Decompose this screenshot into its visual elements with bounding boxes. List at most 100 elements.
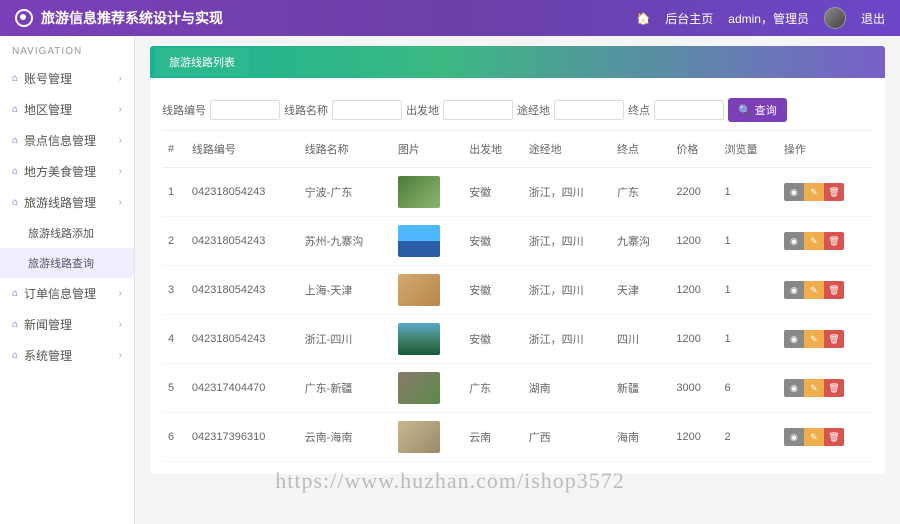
- home-link[interactable]: 后台主页: [665, 10, 713, 27]
- row-actions: ◉✎🗑: [784, 330, 867, 348]
- search-input[interactable]: [332, 100, 402, 120]
- chevron-right-icon: ›: [119, 135, 122, 146]
- table-cell: [392, 413, 463, 462]
- table-cell: 6: [162, 413, 186, 462]
- sidebar-item[interactable]: ⌂系统管理›: [0, 340, 134, 371]
- panel-header: 旅游线路列表: [150, 46, 885, 78]
- table-cell: 四川: [611, 315, 670, 364]
- chevron-right-icon: ›: [119, 350, 122, 361]
- table-cell: 新疆: [611, 364, 670, 413]
- row-actions: ◉✎🗑: [784, 428, 867, 446]
- table-cell: 5: [162, 364, 186, 413]
- search-input[interactable]: [654, 100, 724, 120]
- view-button[interactable]: ◉: [784, 330, 804, 348]
- table-row: 2042318054243苏州-九寨沟安徽浙江，四川九寨沟12001◉✎🗑: [162, 217, 873, 266]
- table-cell: 上海-天津: [299, 266, 392, 315]
- table-cell: 042317404470: [186, 364, 299, 413]
- table-cell: 浙江，四川: [523, 315, 611, 364]
- header-right: 后台主页 admin，管理员 退出: [637, 7, 885, 29]
- route-thumbnail: [398, 274, 440, 306]
- delete-button[interactable]: 🗑: [824, 232, 844, 250]
- search-input[interactable]: [554, 100, 624, 120]
- delete-button[interactable]: 🗑: [824, 183, 844, 201]
- table-header: 操作: [778, 131, 873, 168]
- table-cell: [392, 168, 463, 217]
- table-cell: [392, 315, 463, 364]
- row-actions: ◉✎🗑: [784, 232, 867, 250]
- delete-button[interactable]: 🗑: [824, 281, 844, 299]
- delete-button[interactable]: 🗑: [824, 330, 844, 348]
- view-button[interactable]: ◉: [784, 428, 804, 446]
- chevron-right-icon: ›: [119, 166, 122, 177]
- route-thumbnail: [398, 225, 440, 257]
- edit-button[interactable]: ✎: [804, 330, 824, 348]
- table-header: 线路编号: [186, 131, 299, 168]
- avatar[interactable]: [824, 7, 846, 29]
- edit-button[interactable]: ✎: [804, 428, 824, 446]
- table-cell: 安徽: [463, 168, 522, 217]
- table-header: #: [162, 131, 186, 168]
- sidebar-item[interactable]: ⌂新闻管理›: [0, 309, 134, 340]
- delete-button[interactable]: 🗑: [824, 428, 844, 446]
- table-cell: 安徽: [463, 266, 522, 315]
- row-actions: ◉✎🗑: [784, 183, 867, 201]
- table-cell: ◉✎🗑: [778, 364, 873, 413]
- table-cell: 1200: [670, 413, 718, 462]
- edit-button[interactable]: ✎: [804, 379, 824, 397]
- search-input[interactable]: [443, 100, 513, 120]
- sidebar-item[interactable]: ⌂订单信息管理›: [0, 278, 134, 309]
- table-cell: ◉✎🗑: [778, 315, 873, 364]
- nav-label: 景点信息管理: [24, 132, 96, 149]
- table-header: 出发地: [463, 131, 522, 168]
- search-label: 出发地: [406, 102, 439, 118]
- table-row: 3042318054243上海-天津安徽浙江，四川天津12001◉✎🗑: [162, 266, 873, 315]
- edit-button[interactable]: ✎: [804, 232, 824, 250]
- sidebar-item[interactable]: ⌂ 地方美食管理 ›: [0, 156, 134, 187]
- table-cell: 天津: [611, 266, 670, 315]
- sidebar-item[interactable]: 旅游线路添加: [0, 218, 134, 248]
- sidebar-item[interactable]: 旅游线路查询: [0, 248, 134, 278]
- table-cell: 6: [719, 364, 778, 413]
- table-cell: 042317396310: [186, 413, 299, 462]
- logout-link[interactable]: 退出: [861, 10, 885, 27]
- sidebar-item[interactable]: ⌂地区管理›: [0, 94, 134, 125]
- nav-label: 旅游线路查询: [28, 255, 94, 271]
- view-button[interactable]: ◉: [784, 379, 804, 397]
- chevron-right-icon: ›: [119, 104, 122, 115]
- main-content: 旅游线路列表 线路编号线路名称出发地途经地终点🔍查询 #线路编号线路名称图片出发…: [135, 36, 900, 524]
- logo-icon: [15, 9, 33, 27]
- nav-label: 旅游线路管理: [24, 194, 96, 211]
- search-label: 终点: [628, 102, 650, 118]
- nav-heading: NAVIGATION: [0, 36, 134, 63]
- table-cell: 九寨沟: [611, 217, 670, 266]
- chevron-right-icon: ›: [119, 73, 122, 84]
- table-cell: 042318054243: [186, 168, 299, 217]
- route-thumbnail: [398, 176, 440, 208]
- view-button[interactable]: ◉: [784, 281, 804, 299]
- user-text: admin，管理员: [728, 10, 809, 27]
- table-cell: 广东: [611, 168, 670, 217]
- table-header: 线路名称: [299, 131, 392, 168]
- sidebar-item[interactable]: ⌂ 景点信息管理 ›: [0, 125, 134, 156]
- table-cell: 1: [719, 168, 778, 217]
- search-input[interactable]: [210, 100, 280, 120]
- view-button[interactable]: ◉: [784, 232, 804, 250]
- table-cell: 广东-新疆: [299, 364, 392, 413]
- panel-tab: 旅游线路列表: [155, 48, 249, 76]
- sidebar-item[interactable]: ⌂旅游线路管理›: [0, 187, 134, 218]
- nav-label: 地方美食管理: [24, 163, 96, 180]
- table-header: 图片: [392, 131, 463, 168]
- table-cell: 湖南: [523, 364, 611, 413]
- edit-button[interactable]: ✎: [804, 281, 824, 299]
- sidebar-item[interactable]: ⌂账号管理›: [0, 63, 134, 94]
- table-cell: 宁波-广东: [299, 168, 392, 217]
- search-button[interactable]: 🔍查询: [728, 98, 787, 122]
- home-icon: ⌂: [12, 166, 18, 177]
- edit-button[interactable]: ✎: [804, 183, 824, 201]
- view-button[interactable]: ◉: [784, 183, 804, 201]
- delete-button[interactable]: 🗑: [824, 379, 844, 397]
- home-icon: ⌂: [12, 135, 18, 146]
- table-cell: 广东: [463, 364, 522, 413]
- table-cell: 1200: [670, 266, 718, 315]
- chevron-right-icon: ›: [119, 197, 122, 208]
